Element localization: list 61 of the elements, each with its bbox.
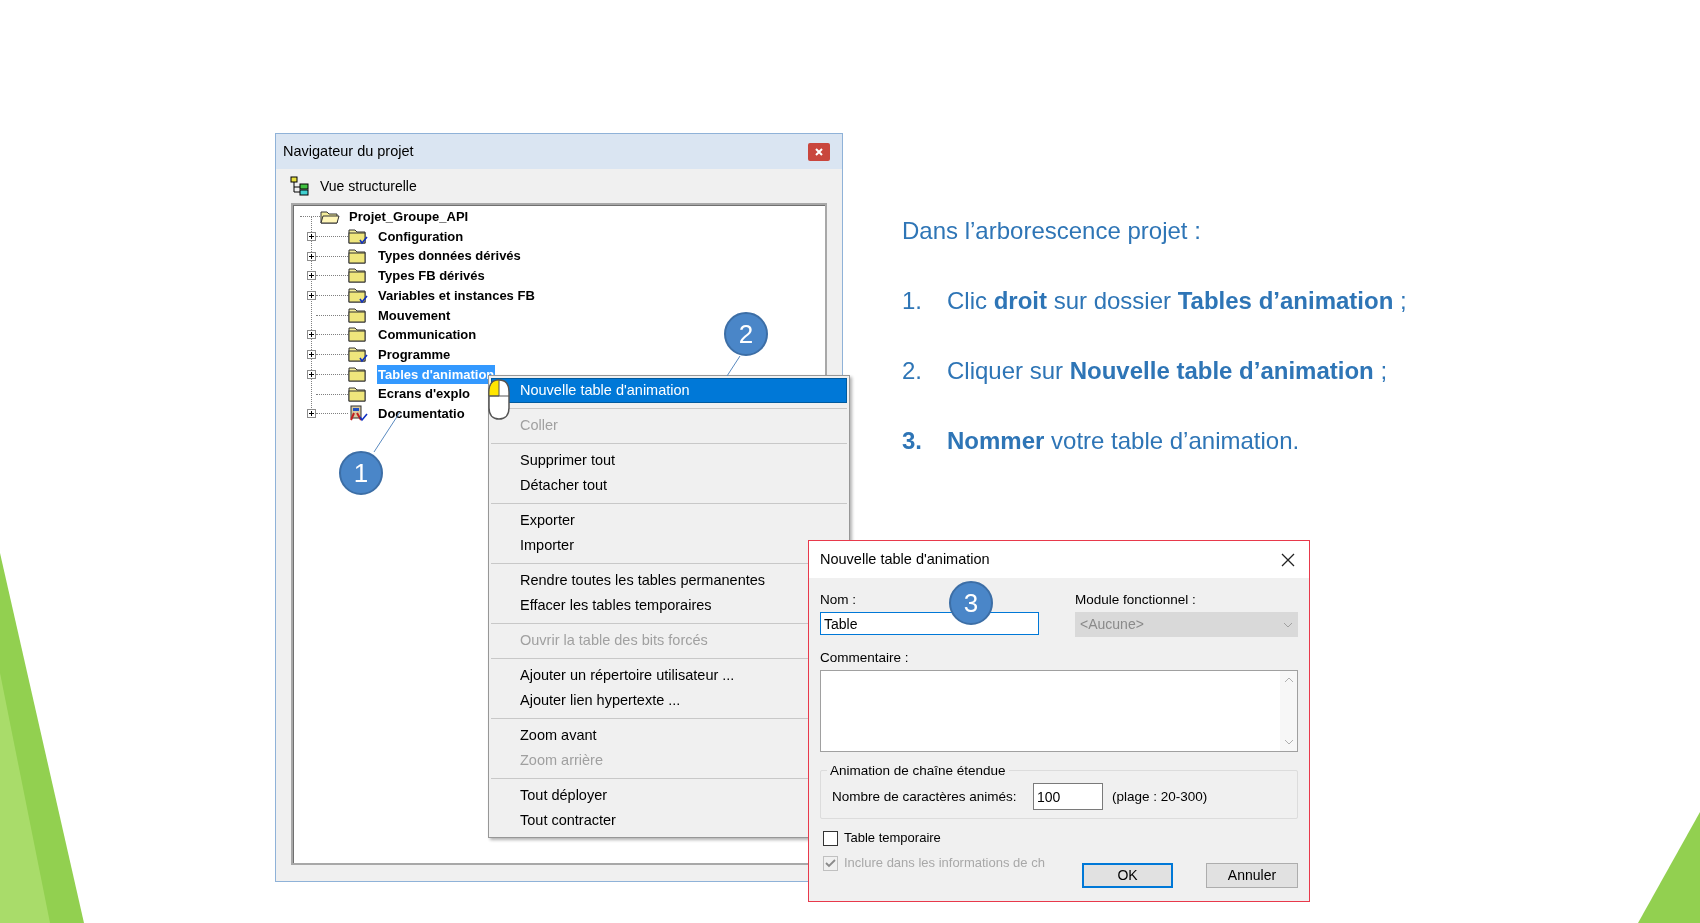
folder-icon bbox=[320, 208, 340, 225]
menu-item[interactable]: Tout contracter bbox=[491, 808, 806, 833]
menu-item[interactable]: Exporter bbox=[491, 508, 806, 533]
field-label: Module fonctionnel : bbox=[1075, 591, 1197, 608]
dropdown-value: <Aucune> bbox=[1080, 615, 1144, 634]
field-label: Nombre de caractères animés: bbox=[832, 788, 1018, 806]
tree-item[interactable]: Configuration bbox=[377, 226, 465, 247]
checkbox[interactable] bbox=[823, 830, 838, 846]
step-number: 3. bbox=[902, 426, 923, 456]
tree-item[interactable]: Variables et instances FB bbox=[377, 285, 536, 306]
tree-item[interactable]: Mouvement bbox=[377, 305, 452, 326]
expand-icon[interactable] bbox=[307, 330, 316, 340]
menu-item[interactable]: Détacher tout bbox=[491, 473, 806, 498]
count-field[interactable]: 100 bbox=[1033, 783, 1103, 810]
view-label: Vue structurelle bbox=[320, 176, 417, 196]
expand-icon[interactable] bbox=[307, 291, 316, 301]
dialog-title: Nouvelle table d'animation bbox=[820, 549, 990, 569]
tree-item[interactable]: Documentatio bbox=[377, 403, 466, 424]
dialog-button[interactable]: OK bbox=[1082, 863, 1173, 888]
range-hint: (plage : 20-300) bbox=[1112, 788, 1208, 806]
tree-item[interactable]: Programme bbox=[377, 344, 452, 365]
close-icon bbox=[815, 147, 823, 156]
checkbox-label: Inclure dans les informations de ch bbox=[844, 854, 1045, 873]
step-text: Nommer votre table d’animation. bbox=[947, 426, 1300, 456]
tree-item[interactable]: Projet_Groupe_API bbox=[349, 207, 469, 227]
menu-item[interactable]: Importer bbox=[491, 533, 806, 558]
expand-icon[interactable] bbox=[307, 350, 316, 360]
menu-item[interactable]: Ajouter lien hypertexte ... bbox=[491, 688, 806, 713]
name-field[interactable]: Table bbox=[820, 612, 1039, 635]
expand-icon[interactable] bbox=[307, 409, 316, 419]
step-number: 2. bbox=[902, 356, 923, 386]
step-text: Cliquer sur Nouvelle table d’animation ; bbox=[947, 356, 1388, 386]
expand-icon[interactable] bbox=[307, 251, 316, 261]
chevron-down-icon bbox=[1283, 621, 1293, 628]
tree-view-icon bbox=[290, 176, 310, 196]
menu-item[interactable]: Ajouter un répertoire utilisateur ... bbox=[491, 663, 806, 688]
expand-icon[interactable] bbox=[307, 232, 316, 242]
step-number: 1. bbox=[902, 286, 923, 316]
menu-item[interactable]: Nouvelle table d'animation bbox=[491, 378, 847, 403]
close-icon bbox=[1281, 552, 1295, 567]
dialog-button[interactable]: Annuler bbox=[1206, 863, 1298, 888]
tree-item[interactable]: Types données dérivés bbox=[377, 246, 522, 266]
field-label: Nom : bbox=[820, 591, 856, 608]
tree-item[interactable]: Ecrans d'explo bbox=[377, 384, 471, 404]
checkbox-label: Table temporaire bbox=[844, 829, 941, 848]
mouse-icon bbox=[487, 378, 511, 421]
window-title: Navigateur du projet bbox=[283, 141, 414, 161]
menu-item[interactable]: Supprimer tout bbox=[491, 448, 806, 473]
tree-item[interactable]: Types FB dérivés bbox=[377, 266, 486, 286]
menu-item[interactable]: Rendre toutes les tables permanentes bbox=[491, 568, 806, 593]
menu-item[interactable]: Tout déployer bbox=[491, 783, 806, 808]
menu-item[interactable]: Effacer les tables temporaires bbox=[491, 593, 806, 618]
intro-text: Dans l’arborescence projet : bbox=[902, 216, 1202, 246]
expand-icon[interactable] bbox=[307, 369, 316, 379]
tree-item[interactable]: Communication bbox=[377, 325, 478, 345]
expand-icon[interactable] bbox=[307, 271, 316, 281]
field-label: Commentaire : bbox=[820, 649, 910, 666]
comment-field[interactable] bbox=[820, 670, 1298, 752]
step-text: Clic droit sur dossier Tables d’animation ; bbox=[947, 286, 1407, 316]
menu-item[interactable]: Zoom avant bbox=[491, 723, 806, 748]
leader-line bbox=[726, 355, 741, 377]
